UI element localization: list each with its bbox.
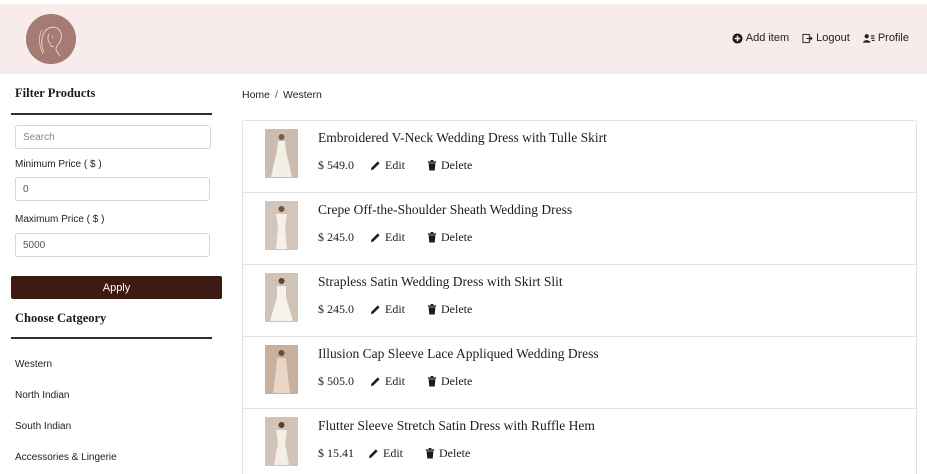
delete-label: Delete — [439, 446, 471, 460]
breadcrumb-separator: / — [275, 89, 278, 101]
category-western[interactable]: Western — [15, 359, 52, 370]
product-title[interactable]: Illusion Cap Sleeve Lace Appliqued Weddi… — [318, 346, 599, 362]
edit-button[interactable]: Edit — [370, 302, 405, 317]
pencil-icon — [370, 161, 380, 171]
product-price: $ 549.0 — [318, 158, 354, 172]
filter-products-heading: Filter Products — [15, 86, 96, 100]
edit-button[interactable]: Edit — [368, 446, 403, 461]
profile-label: Profile — [877, 32, 909, 44]
breadcrumb: Home / Western — [242, 89, 322, 101]
add-item-link[interactable]: Add item — [732, 32, 789, 44]
edit-button[interactable]: Edit — [370, 230, 405, 245]
pencil-icon — [370, 377, 380, 387]
product-image — [265, 417, 298, 466]
product-image — [265, 129, 298, 178]
max-price-input[interactable] — [15, 233, 210, 257]
pencil-icon — [370, 233, 380, 243]
trash-icon — [427, 160, 437, 171]
breadcrumb-home[interactable]: Home — [242, 89, 270, 101]
delete-label: Delete — [441, 230, 473, 244]
product-actions: $ 245.0 Edit Delete — [318, 230, 494, 245]
product-card: Illusion Cap Sleeve Lace Appliqued Weddi… — [243, 337, 916, 409]
delete-button[interactable]: Delete — [427, 158, 472, 173]
min-price-input[interactable] — [15, 177, 210, 201]
profile-link[interactable]: Profile — [862, 32, 909, 44]
trash-icon — [427, 232, 437, 243]
product-price: $ 245.0 — [318, 230, 354, 244]
product-list: Embroidered V-Neck Wedding Dress with Tu… — [242, 120, 917, 474]
logout-icon — [802, 33, 813, 43]
pencil-icon — [370, 305, 380, 315]
min-price-label: Minimum Price ( $ ) — [15, 159, 102, 170]
edit-button[interactable]: Edit — [370, 158, 405, 173]
edit-label: Edit — [385, 158, 405, 172]
product-card: Embroidered V-Neck Wedding Dress with Tu… — [243, 121, 916, 193]
filter-sidebar: Filter Products Minimum Price ( $ ) Maxi… — [0, 74, 222, 474]
max-price-label: Maximum Price ( $ ) — [15, 214, 105, 225]
trash-icon — [425, 448, 435, 459]
edit-label: Edit — [385, 302, 405, 316]
product-image — [265, 201, 298, 250]
woman-profile-logo-icon[interactable] — [26, 14, 76, 64]
logout-label: Logout — [816, 32, 850, 44]
product-title[interactable]: Flutter Sleeve Stretch Satin Dress with … — [318, 418, 595, 434]
delete-button[interactable]: Delete — [425, 446, 470, 461]
product-price: $ 15.41 — [318, 446, 354, 460]
product-title[interactable]: Strapless Satin Wedding Dress with Skirt… — [318, 274, 563, 290]
delete-button[interactable]: Delete — [427, 374, 472, 389]
choose-category-heading: Choose Catgeory — [15, 311, 107, 325]
edit-label: Edit — [383, 446, 403, 460]
user-list-icon — [862, 33, 875, 43]
delete-label: Delete — [441, 158, 473, 172]
product-price: $ 505.0 — [318, 374, 354, 388]
category-accessories-lingerie[interactable]: Accessories & Lingerie — [15, 452, 117, 463]
plus-circle-icon — [732, 32, 743, 44]
product-price: $ 245.0 — [318, 302, 354, 316]
filter-divider — [11, 113, 212, 115]
product-actions: $ 549.0 Edit Delete — [318, 158, 494, 173]
logout-link[interactable]: Logout — [802, 32, 850, 44]
delete-label: Delete — [441, 302, 473, 316]
delete-label: Delete — [441, 374, 473, 388]
delete-button[interactable]: Delete — [427, 302, 472, 317]
product-actions: $ 245.0 Edit Delete — [318, 302, 494, 317]
edit-button[interactable]: Edit — [370, 374, 405, 389]
product-actions: $ 15.41 Edit Delete — [318, 446, 492, 461]
trash-icon — [427, 376, 437, 387]
header-nav: Add item Logout Profile — [732, 32, 909, 44]
top-header: Add item Logout Profile — [0, 4, 927, 74]
add-item-label: Add item — [745, 32, 790, 44]
product-card: Strapless Satin Wedding Dress with Skirt… — [243, 265, 916, 337]
apply-button[interactable]: Apply — [11, 276, 222, 299]
pencil-icon — [368, 449, 378, 459]
product-title[interactable]: Embroidered V-Neck Wedding Dress with Tu… — [318, 130, 607, 146]
product-actions: $ 505.0 Edit Delete — [318, 374, 494, 389]
product-image — [265, 273, 298, 322]
product-card: Crepe Off-the-Shoulder Sheath Wedding Dr… — [243, 193, 916, 265]
category-north-indian[interactable]: North Indian — [15, 390, 69, 401]
product-card: Flutter Sleeve Stretch Satin Dress with … — [243, 409, 916, 474]
product-image — [265, 345, 298, 394]
trash-icon — [427, 304, 437, 315]
category-south-indian[interactable]: South Indian — [15, 421, 71, 432]
product-title[interactable]: Crepe Off-the-Shoulder Sheath Wedding Dr… — [318, 202, 572, 218]
category-divider — [11, 337, 212, 339]
search-input[interactable] — [15, 125, 211, 149]
edit-label: Edit — [385, 230, 405, 244]
edit-label: Edit — [385, 374, 405, 388]
delete-button[interactable]: Delete — [427, 230, 472, 245]
breadcrumb-current: Western — [282, 89, 322, 101]
